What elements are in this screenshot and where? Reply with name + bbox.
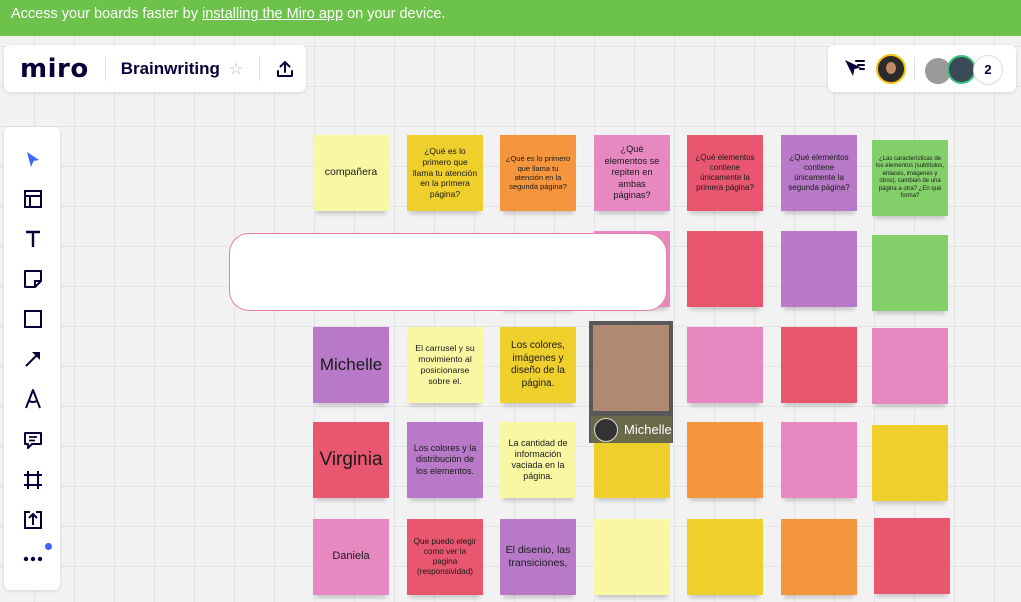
sticky-note[interactable] xyxy=(594,519,670,595)
sticky-note[interactable]: Los colores y la distribución de los ele… xyxy=(407,422,483,498)
shape-icon[interactable] xyxy=(21,307,45,331)
sticky-text: ¿Qué elementos contiene únicamente la pr… xyxy=(695,153,755,192)
sticky-text: ¿Las características de los elementos (s… xyxy=(875,155,945,200)
board-title[interactable]: Brainwriting xyxy=(121,59,220,79)
creation-toolbar xyxy=(4,127,60,590)
sticky-note[interactable]: compañera xyxy=(313,135,389,211)
sticky-note[interactable] xyxy=(687,519,763,595)
sticky-note[interactable] xyxy=(872,328,948,404)
collaborator-avatar[interactable] xyxy=(947,55,976,84)
sticky-note[interactable] xyxy=(781,519,857,595)
sticky-text: Que puedo elegir como ver la pagina (res… xyxy=(413,536,477,577)
sticky-text: ¿Qué elementos se repiten en ambas págin… xyxy=(604,144,660,201)
more-icon[interactable] xyxy=(21,547,45,571)
sticky-text: Los colores, imágenes y diseño de la pág… xyxy=(511,340,565,389)
sticky-note[interactable] xyxy=(872,425,948,501)
arrow-icon[interactable] xyxy=(21,347,45,371)
sticky-note[interactable]: ¿Qué es lo primero que llama tu atención… xyxy=(500,135,576,211)
sticky-note[interactable]: Los colores, imágenes y diseño de la pág… xyxy=(500,327,576,403)
sticky-text: El disenio, las transiciones, xyxy=(505,543,571,569)
sticky-note[interactable]: ¿Qué elementos contiene únicamente la se… xyxy=(781,135,857,211)
sticky-text: compañera xyxy=(324,166,378,179)
cursor-filter-icon[interactable] xyxy=(843,58,865,78)
board-header-panel: miro Brainwriting ☆ xyxy=(4,45,306,92)
sticky-note[interactable]: Virginia xyxy=(313,422,389,498)
pen-icon[interactable] xyxy=(21,387,45,411)
sticky-note[interactable]: ¿Qué es lo primero que llama tu atención… xyxy=(407,135,483,211)
divider xyxy=(104,56,106,81)
sticky-note[interactable] xyxy=(781,327,857,403)
sticky-note[interactable] xyxy=(687,422,763,498)
collaborator-count-badge[interactable]: 2 xyxy=(973,55,1003,85)
sticky-text: La cantidad de información vaciada en la… xyxy=(508,437,568,482)
sticky-note[interactable] xyxy=(781,231,857,307)
sticky-note[interactable] xyxy=(687,231,763,307)
banner-text-prefix: Access your boards faster by xyxy=(11,6,202,22)
sticky-note[interactable]: ¿Las características de los elementos (s… xyxy=(872,140,948,216)
collaborator-avatar xyxy=(594,417,618,442)
upload-icon[interactable] xyxy=(275,59,295,79)
sticky-text: Michelle xyxy=(319,355,383,375)
divider xyxy=(914,57,915,81)
notification-dot xyxy=(45,543,52,550)
sticky-note[interactable]: El disenio, las transiciones, xyxy=(500,519,576,595)
text-icon[interactable] xyxy=(21,227,45,251)
sticky-note[interactable] xyxy=(781,422,857,498)
sticky-text: Virginia xyxy=(319,449,383,471)
sticky-text: ¿Qué es lo primero que llama tu atención… xyxy=(505,154,571,192)
sticky-note[interactable] xyxy=(872,235,948,311)
user-avatar[interactable] xyxy=(876,54,906,84)
upload-icon[interactable] xyxy=(21,508,45,532)
collaborators-panel: 2 xyxy=(828,45,1016,92)
sticky-note[interactable]: El carrusel y su movimiento al posiciona… xyxy=(407,327,483,403)
sticky-note[interactable]: Daniela xyxy=(313,519,389,595)
collaborator-name: Michelle xyxy=(624,422,672,437)
templates-icon[interactable] xyxy=(21,187,45,211)
miro-logo[interactable]: miro xyxy=(20,56,89,82)
divider xyxy=(259,56,261,81)
sticky-note-icon[interactable] xyxy=(21,267,45,291)
sticky-note[interactable]: La cantidad de información vaciada en la… xyxy=(500,422,576,498)
sticky-note[interactable] xyxy=(874,518,950,594)
sticky-note[interactable]: ¿Qué elementos se repiten en ambas págin… xyxy=(594,135,670,211)
sticky-note[interactable]: ¿Qué elementos contiene únicamente la pr… xyxy=(687,135,763,211)
sticky-text: Los colores y la distribución de los ele… xyxy=(413,443,477,476)
banner-text-suffix: on your device. xyxy=(343,6,446,22)
sticky-note[interactable] xyxy=(687,327,763,403)
sticky-text: Daniela xyxy=(332,550,370,563)
frame-icon[interactable] xyxy=(21,468,45,492)
install-app-banner: Access your boards faster by installing … xyxy=(0,0,1021,36)
star-icon[interactable]: ☆ xyxy=(229,59,243,79)
sticky-text: El carrusel y su movimiento al posiciona… xyxy=(415,343,475,386)
sticky-text: ¿Qué elementos contiene únicamente la se… xyxy=(788,153,850,192)
install-app-link[interactable]: installing the Miro app xyxy=(202,6,343,22)
sticky-text: ¿Qué es lo primero que llama tu atención… xyxy=(412,146,478,199)
sticky-note[interactable]: Michelle xyxy=(313,327,389,403)
collaborator-cursor-label: Michelle xyxy=(591,416,672,443)
sticky-note[interactable] xyxy=(593,325,669,411)
select-icon[interactable] xyxy=(21,148,45,172)
sticky-note[interactable]: Que puedo elegir como ver la pagina (res… xyxy=(407,519,483,595)
empty-text-card[interactable] xyxy=(229,233,667,311)
comment-icon[interactable] xyxy=(21,428,45,452)
